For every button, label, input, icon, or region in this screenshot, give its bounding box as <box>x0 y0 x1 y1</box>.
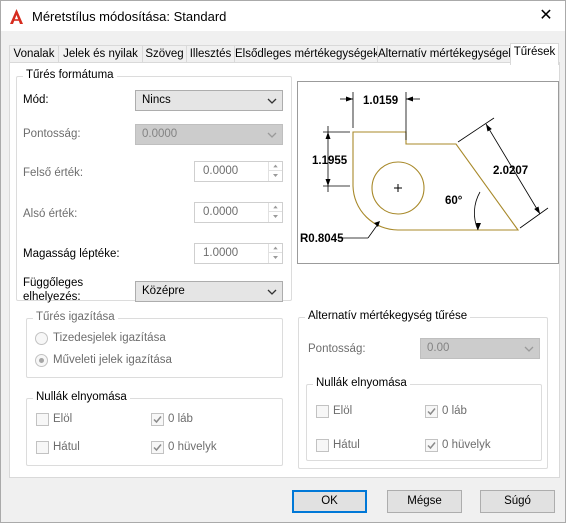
checkmark-icon <box>427 442 436 450</box>
autocad-app-icon <box>8 8 25 25</box>
zero-feet-checkbox[interactable] <box>151 413 164 426</box>
upper-value-spinner[interactable]: 0.0000 <box>194 161 283 182</box>
trailing-zero-checkbox[interactable] <box>36 441 49 454</box>
part-outline <box>352 131 520 231</box>
checkmark-icon <box>153 416 162 424</box>
group-title: Alternatív mértékegység tűrése <box>305 310 471 322</box>
tolerance-alignment-group: Tűrés igazítása <box>26 311 283 378</box>
tab-turesek[interactable]: Tűrések <box>510 43 559 65</box>
dim-angle-text: 60° <box>445 195 463 207</box>
title-bar: Méretstílus módosítása: Standard ✕ <box>1 1 565 31</box>
method-label: Mód: <box>23 94 49 106</box>
spinner-buttons <box>268 203 282 222</box>
vertical-position-label-line1: Függőleges <box>23 277 84 289</box>
precision-value: 0.0000 <box>142 128 178 140</box>
precision-label: Pontosság: <box>23 128 81 140</box>
alt-zero-inches-label: 0 hüvelyk <box>442 439 491 451</box>
alt-precision-label: Pontosság: <box>308 343 366 355</box>
spin-up-icon[interactable] <box>269 162 282 171</box>
vertical-position-value: Középre <box>142 285 185 297</box>
dim-radius-text: R0.8045 <box>300 233 344 245</box>
chevron-down-icon <box>267 98 277 104</box>
height-scale-spinner[interactable]: 1.0000 <box>194 243 283 264</box>
height-scale-value: 1.0000 <box>203 247 239 259</box>
zero-inches-checkbox[interactable] <box>151 441 164 454</box>
dialog-window: Méretstílus módosítása: Standard ✕ Vonal… <box>0 0 566 523</box>
align-decimal-label: Tizedesjelek igazítása <box>53 332 166 344</box>
alt-leading-zero-label: Elöl <box>333 405 353 417</box>
leading-zero-label: Elöl <box>53 413 73 425</box>
zero-feet-label: 0 láb <box>168 413 193 425</box>
upper-value-label: Felső érték: <box>23 167 84 179</box>
spin-down-icon[interactable] <box>269 253 282 262</box>
help-button[interactable]: Súgó <box>480 490 555 513</box>
tab-strip: Vonalak Jelek és nyilak Szöveg Illesztés… <box>9 43 559 65</box>
spin-down-icon[interactable] <box>269 171 282 180</box>
spinner-buttons <box>268 244 282 263</box>
alt-trailing-zero-checkbox[interactable] <box>316 439 329 452</box>
ok-button[interactable]: OK <box>292 490 367 513</box>
preview-pane: 1.0159 1.1955 2.0207 60° R0.8045 <box>297 81 559 264</box>
cancel-button[interactable]: Mégse <box>387 490 462 513</box>
upper-value-value: 0.0000 <box>203 165 239 177</box>
alt-precision-dropdown[interactable]: 0.00 <box>420 338 540 359</box>
group-title: Tűrés formátuma <box>23 69 117 81</box>
chevron-down-icon <box>267 132 277 138</box>
alt-zero-feet-label: 0 láb <box>442 405 467 417</box>
spin-up-icon[interactable] <box>269 244 282 253</box>
zero-suppression-left-group: Nullák elnyomása <box>26 391 283 466</box>
leading-zero-checkbox[interactable] <box>36 413 49 426</box>
checkmark-icon <box>153 444 162 452</box>
trailing-zero-label: Hátul <box>53 441 80 453</box>
chevron-down-icon <box>267 289 277 295</box>
lower-value-label: Alsó érték: <box>23 208 78 220</box>
vertical-position-dropdown[interactable]: Középre <box>135 281 283 302</box>
align-operational-radio[interactable] <box>35 354 48 367</box>
checkmark-icon <box>427 408 436 416</box>
height-scale-label: Magasság léptéke: <box>23 248 120 260</box>
lower-value-spinner[interactable]: 0.0000 <box>194 202 283 223</box>
align-operational-label: Műveleti jelek igazítása <box>53 354 172 366</box>
window-title: Méretstílus módosítása: Standard <box>32 9 227 24</box>
group-title: Nullák elnyomása <box>33 391 130 403</box>
spin-down-icon[interactable] <box>269 212 282 221</box>
close-icon[interactable]: ✕ <box>533 4 559 28</box>
dim-right-text: 2.0207 <box>493 165 528 177</box>
method-value: Nincs <box>142 94 171 106</box>
vertical-position-label-line2: elhelyezés: <box>23 291 81 303</box>
alt-zero-inches-checkbox[interactable] <box>425 439 438 452</box>
lower-value-value: 0.0000 <box>203 206 239 218</box>
precision-dropdown[interactable]: 0.0000 <box>135 124 283 145</box>
alt-leading-zero-checkbox[interactable] <box>316 405 329 418</box>
alt-zero-feet-checkbox[interactable] <box>425 405 438 418</box>
spinner-buttons <box>268 162 282 181</box>
method-dropdown[interactable]: Nincs <box>135 90 283 111</box>
alt-precision-value: 0.00 <box>427 342 450 354</box>
group-title: Nullák elnyomása <box>313 377 410 389</box>
dimension-preview-drawing: 1.0159 1.1955 2.0207 60° R0.8045 <box>300 92 549 245</box>
alt-trailing-zero-label: Hátul <box>333 439 360 451</box>
dim-left-text: 1.1955 <box>312 155 348 167</box>
chevron-down-icon <box>524 346 534 352</box>
dim-top-text: 1.0159 <box>363 95 398 107</box>
spin-up-icon[interactable] <box>269 203 282 212</box>
group-title: Tűrés igazítása <box>33 311 118 323</box>
zero-inches-label: 0 hüvelyk <box>168 441 217 453</box>
align-decimal-radio[interactable] <box>35 332 48 345</box>
